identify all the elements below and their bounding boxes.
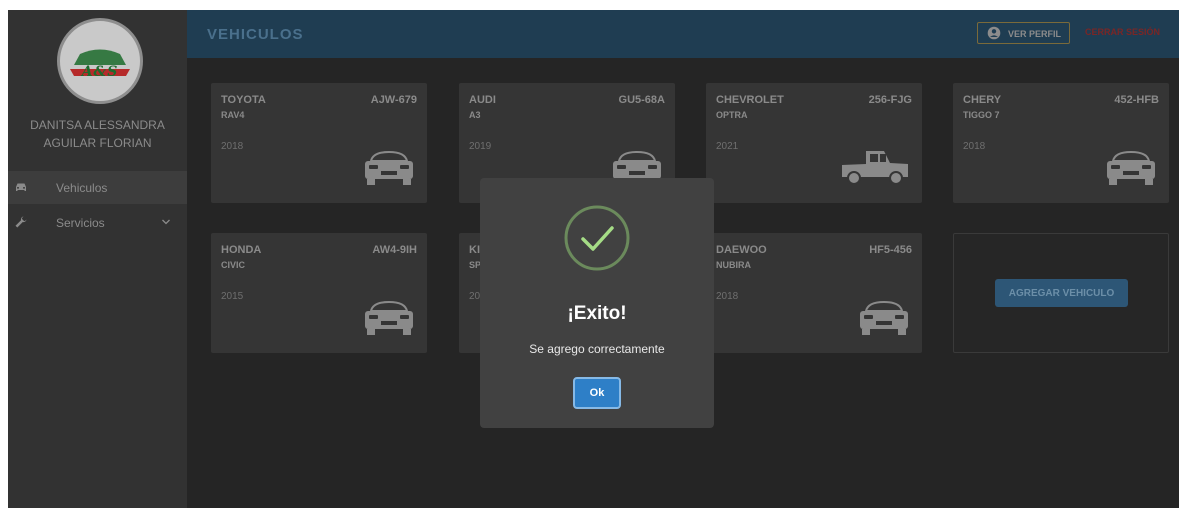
- chevron-down-icon[interactable]: [161, 217, 171, 227]
- vehicle-year: 2019: [469, 141, 492, 152]
- checkmark-success-icon: [564, 205, 630, 271]
- user-name: DANITSA ALESSANDRA AGUILAR FLORIAN: [30, 118, 165, 150]
- vehicle-card[interactable]: HONDA AW4-9IH CIVIC 2015: [211, 233, 427, 353]
- vehicle-plate: AW4-9IH: [372, 244, 417, 256]
- vehicle-year: 2018: [221, 141, 244, 152]
- vehicle-brand: KI: [469, 244, 480, 256]
- vehicle-model: OPTRA: [716, 110, 748, 120]
- vehicle-year: 2018: [716, 291, 739, 302]
- vehicle-card[interactable]: CHERY 452-HFB TIGGO 7 2018: [953, 83, 1169, 203]
- add-vehicle-button[interactable]: AGREGAR VEHICULO: [995, 279, 1128, 307]
- vehicle-model: A3: [469, 110, 481, 120]
- vehicle-card[interactable]: DAEWOO HF5-456 NUBIRA 2018: [706, 233, 922, 353]
- user-circle-icon: [987, 26, 1001, 40]
- view-profile-label: VER PERFIL: [1008, 29, 1062, 39]
- logout-link[interactable]: CERRAR SESIÓN: [1085, 27, 1160, 37]
- view-profile-button[interactable]: VER PERFIL: [977, 22, 1070, 44]
- vehicle-year: 2018: [963, 141, 986, 152]
- vehicle-brand: TOYOTA: [221, 94, 266, 106]
- vehicle-model: TIGGO 7: [963, 110, 1000, 120]
- car-icon: [1107, 150, 1155, 185]
- vehicle-year: 2021: [716, 141, 739, 152]
- logo-car-icon: [70, 49, 130, 76]
- vehicle-model: RAV4: [221, 110, 245, 120]
- pickup-truck-icon: [842, 151, 908, 185]
- wrench-icon: [15, 216, 27, 228]
- success-dialog: ¡Exito! Se agrego correctamente Ok: [480, 178, 714, 428]
- vehicle-year: 2015: [221, 291, 244, 302]
- vehicle-plate: 256-FJG: [868, 94, 912, 106]
- car-icon: [365, 300, 413, 335]
- vehicle-card[interactable]: CHEVROLET 256-FJG OPTRA 2021: [706, 83, 922, 203]
- dialog-message: Se agrego correctamente: [529, 342, 665, 356]
- sidebar-item-label: Servicios: [56, 216, 105, 230]
- sidebar-item-vehiculos[interactable]: Vehiculos: [8, 171, 187, 204]
- sidebar-item-label: Vehiculos: [56, 181, 108, 195]
- car-icon: [860, 300, 908, 335]
- vehicle-year: 20: [469, 291, 481, 302]
- vehicle-brand: AUDI: [469, 94, 496, 106]
- vehicle-brand: CHERY: [963, 94, 1002, 106]
- page-title: VEHICULOS: [207, 26, 304, 43]
- add-vehicle-card: AGREGAR VEHICULO: [953, 233, 1169, 353]
- vehicle-model: CIVIC: [221, 260, 246, 270]
- vehicle-brand: DAEWOO: [716, 244, 767, 256]
- ok-button[interactable]: Ok: [573, 377, 621, 409]
- car-icon: [16, 183, 26, 191]
- vehicle-plate: GU5-68A: [618, 94, 665, 106]
- logo-text: A&S: [81, 64, 119, 80]
- vehicle-brand: CHEVROLET: [716, 94, 784, 106]
- top-header: VEHICULOS VER PERFIL CERRAR SESIÓN: [187, 10, 1179, 58]
- company-logo: A&S: [57, 18, 143, 104]
- vehicle-card[interactable]: TOYOTA AJW-679 RAV4 2018: [211, 83, 427, 203]
- vehicle-plate: 452-HFB: [1114, 94, 1159, 106]
- app-window: A&S DANITSA ALESSANDRA AGUILAR FLORIAN V…: [8, 10, 1179, 508]
- sidebar: A&S DANITSA ALESSANDRA AGUILAR FLORIAN V…: [8, 10, 187, 508]
- vehicle-model: NUBIRA: [716, 260, 751, 270]
- sidebar-item-servicios[interactable]: Servicios: [8, 206, 187, 239]
- vehicle-brand: HONDA: [221, 244, 262, 256]
- vehicle-plate: AJW-679: [370, 94, 417, 106]
- vehicle-plate: HF5-456: [869, 244, 912, 256]
- dialog-title: ¡Exito!: [567, 303, 627, 324]
- car-icon: [365, 150, 413, 185]
